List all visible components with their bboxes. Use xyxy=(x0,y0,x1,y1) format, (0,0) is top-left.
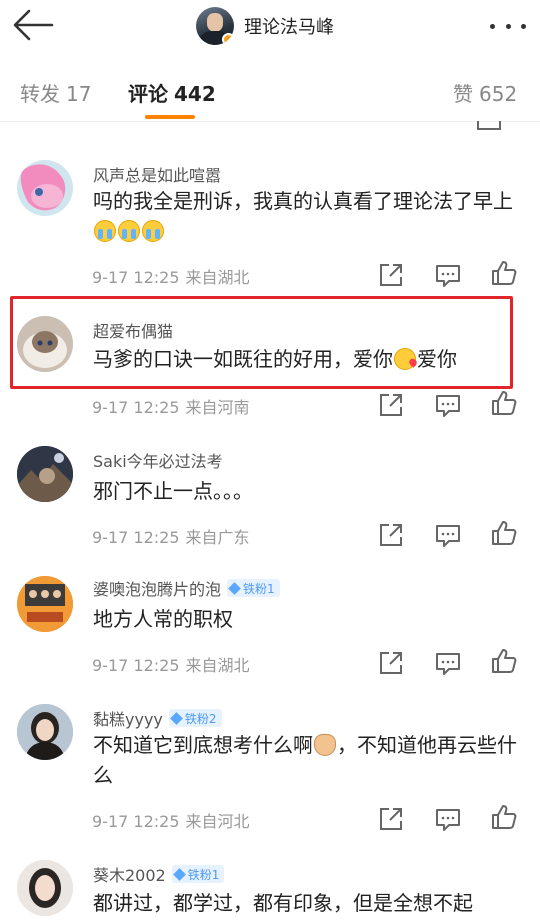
avatar[interactable] xyxy=(17,704,73,760)
top-bar: 理论法马峰 xyxy=(0,0,540,54)
author-name[interactable]: 婆噢泡泡腾片的泡 xyxy=(93,576,221,600)
comment-time: 9-17 12:25 xyxy=(92,656,180,675)
avatar[interactable] xyxy=(17,576,73,632)
diamond-icon xyxy=(170,711,183,725)
comment-text: 吗的我全是刑诉，我真的认真看了理论法了早上 xyxy=(93,186,525,246)
share-icon[interactable] xyxy=(378,806,404,832)
fan-badge[interactable]: 铁粉2 xyxy=(168,709,222,727)
share-icon[interactable] xyxy=(378,262,404,288)
tab-count: 652 xyxy=(479,82,518,106)
like-icon[interactable] xyxy=(491,520,517,546)
tab-label: 评论 xyxy=(128,82,168,106)
comment-text: 都讲过，都学过，都有印象，但是全想不起 xyxy=(93,888,525,918)
comment-meta: 9-17 12:25 来自湖北 xyxy=(92,264,250,288)
comment-author[interactable]: Saki今年必过法考 xyxy=(93,448,223,472)
fan-badge-label: 铁粉2 xyxy=(184,711,217,726)
author-name[interactable]: 黏糕yyyy xyxy=(93,706,163,730)
comment-body: 都讲过，都学过，都有印象，但是全想不起 xyxy=(93,891,473,915)
comment-body-tail: 爱你 xyxy=(417,347,457,371)
comment-icon[interactable] xyxy=(435,262,461,288)
comment-meta: 9-17 12:25 来自河南 xyxy=(92,394,250,418)
account-avatar[interactable] xyxy=(196,7,234,45)
diamond-icon xyxy=(172,867,186,881)
comment-text: 地方人常的职权 xyxy=(93,604,525,634)
fan-badge[interactable]: 铁粉1 xyxy=(171,865,225,883)
comment-body: 地方人常的职权 xyxy=(93,607,233,631)
tab-reposts[interactable]: 转发 17 xyxy=(20,78,91,107)
comment-meta: 9-17 12:25 来自湖北 xyxy=(92,652,250,676)
comment-author: 婆噢泡泡腾片的泡 铁粉1 xyxy=(93,576,280,600)
comment-text: 不知道它到底想考什么啊 ，不知道他再云些什么 xyxy=(93,730,525,790)
tab-label: 赞 xyxy=(453,82,473,106)
like-icon[interactable] xyxy=(491,390,517,416)
tab-bar: 转发 17 评论 442 赞 652 xyxy=(0,56,540,122)
kiss-emoji-icon xyxy=(394,348,416,370)
tab-label: 转发 xyxy=(20,82,60,106)
comment-body: 吗的我全是刑诉，我真的认真看了理论法了早上 xyxy=(93,189,513,213)
author-name[interactable]: 葵木2002 xyxy=(93,862,166,886)
comment-body: 不知道它到底想考什么啊 xyxy=(93,733,313,757)
comment-time: 9-17 12:25 xyxy=(92,812,180,831)
comment-body: 邪门不止一点。。。 xyxy=(93,479,253,503)
comment-time: 9-17 12:25 xyxy=(92,268,180,287)
fan-badge-label: 铁粉1 xyxy=(187,867,220,882)
comment-location: 来自河北 xyxy=(185,812,250,831)
comment-author: 黏糕yyyy 铁粉2 xyxy=(93,706,222,730)
share-icon[interactable] xyxy=(378,650,404,676)
comment-author[interactable]: 风声总是如此喧嚣 xyxy=(93,162,221,186)
header-account[interactable]: 理论法马峰 xyxy=(196,6,334,46)
comment-meta: 9-17 12:25 来自河北 xyxy=(92,808,250,832)
tab-count: 17 xyxy=(66,82,92,106)
tab-count: 442 xyxy=(174,82,216,106)
avatar[interactable] xyxy=(17,316,73,372)
avatar[interactable] xyxy=(17,446,73,502)
fan-badge-label: 铁粉1 xyxy=(243,581,275,596)
crying-emoji-icon xyxy=(118,220,140,242)
comment-icon[interactable] xyxy=(435,650,461,676)
more-dots-icon[interactable] xyxy=(490,16,526,36)
comment-location: 来自湖北 xyxy=(185,656,250,675)
comment-text: 邪门不止一点。。。 xyxy=(93,476,525,506)
like-icon[interactable] xyxy=(491,648,517,674)
share-icon[interactable] xyxy=(378,392,404,418)
comment-author[interactable]: 超爱布偶猫 xyxy=(93,318,173,342)
share-icon[interactable] xyxy=(378,522,404,548)
comment-time: 9-17 12:25 xyxy=(92,398,180,417)
back-arrow-icon[interactable] xyxy=(12,8,54,42)
comment-location: 来自河南 xyxy=(185,398,250,417)
comment-icon[interactable] xyxy=(435,392,461,418)
page-title: 理论法马峰 xyxy=(244,17,334,38)
comment-body: 马爹的口诀一如既往的好用，爱你 xyxy=(93,347,393,371)
avatar[interactable] xyxy=(17,160,73,216)
fan-badge[interactable]: 铁粉1 xyxy=(227,579,280,597)
comment-location: 来自湖北 xyxy=(185,268,250,287)
verified-badge-icon xyxy=(222,33,234,45)
comment-text: 马爹的口诀一如既往的好用，爱你 爱你 xyxy=(93,344,525,374)
avatar[interactable] xyxy=(17,860,73,916)
tab-likes[interactable]: 赞 652 xyxy=(453,78,517,107)
highlight-box xyxy=(10,296,513,389)
tab-comments[interactable]: 评论 442 xyxy=(128,78,216,107)
comment-time: 9-17 12:25 xyxy=(92,528,180,547)
diamond-icon xyxy=(228,581,241,595)
comment-location: 来自广东 xyxy=(185,528,250,547)
like-icon[interactable] xyxy=(491,804,517,830)
cat-emoji-icon xyxy=(314,734,336,756)
crying-emoji-icon xyxy=(142,220,164,242)
crying-emoji-icon xyxy=(94,220,116,242)
active-tab-indicator xyxy=(145,115,195,119)
like-icon[interactable] xyxy=(491,260,517,286)
comment-author: 葵木2002 铁粉1 xyxy=(93,862,225,886)
comment-meta: 9-17 12:25 来自广东 xyxy=(92,524,250,548)
comment-icon[interactable] xyxy=(435,522,461,548)
comment-icon[interactable] xyxy=(435,806,461,832)
like-icon[interactable] xyxy=(476,121,502,131)
